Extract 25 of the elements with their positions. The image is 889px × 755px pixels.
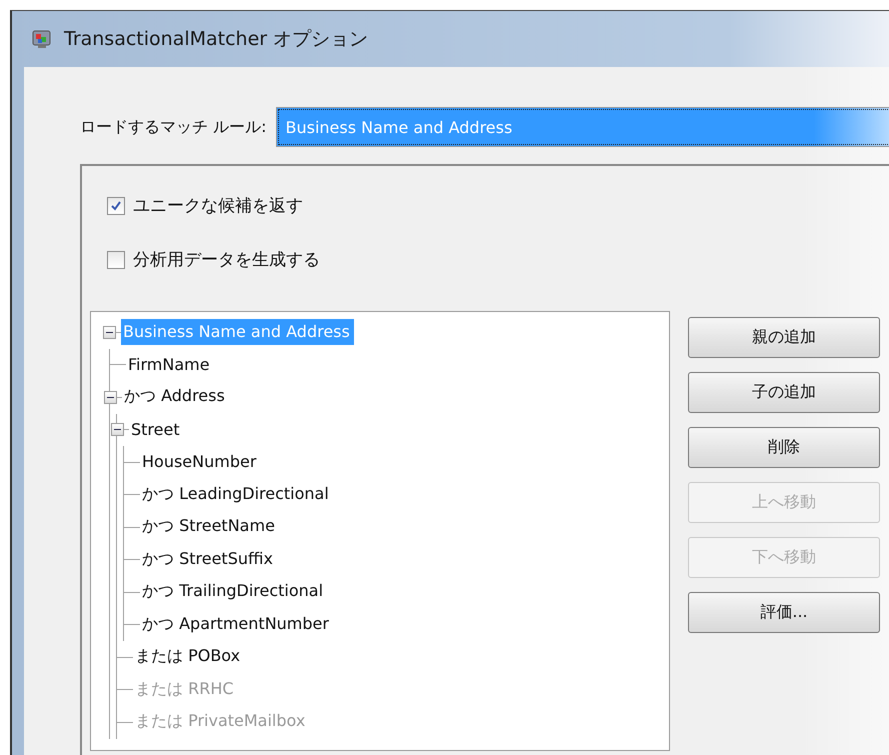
collapse-toggle[interactable]	[104, 390, 117, 404]
tree-item[interactable]: Street	[129, 416, 184, 443]
checkmark-icon	[110, 200, 122, 212]
tree-item[interactable]: かつ StreetName	[140, 513, 279, 542]
window-title: TransactionalMatcher オプション	[64, 27, 368, 52]
action-button[interactable]: 削除	[688, 427, 880, 468]
tree-item[interactable]: かつ LeadingDirectional	[140, 480, 333, 509]
checkbox-label: 分析用データを生成する	[133, 249, 320, 271]
collapse-toggle[interactable]	[111, 423, 124, 436]
action-button[interactable]: 子の追加	[688, 372, 880, 413]
app-icon	[32, 29, 52, 49]
tree-item[interactable]: FirmName	[126, 352, 214, 378]
tree-item[interactable]: HouseNumber	[140, 449, 260, 476]
checkbox[interactable]	[107, 250, 125, 268]
checkbox[interactable]	[107, 196, 125, 214]
collapse-toggle[interactable]	[103, 326, 116, 339]
rule-label: ロードするマッチ ルール:	[80, 116, 266, 138]
tree-item[interactable]: かつ TrailingDirectional	[140, 578, 328, 606]
tree-item[interactable]: かつ ApartmentNumber	[140, 610, 333, 639]
tree-item[interactable]: または POBox	[133, 643, 244, 672]
tree-item[interactable]: かつ Address	[122, 383, 229, 412]
action-button[interactable]: 評価...	[688, 592, 880, 633]
tree-item[interactable]: かつ StreetSuffix	[140, 546, 277, 574]
action-button[interactable]: 親の追加	[688, 317, 880, 358]
checkbox-label: ユニークな候補を返す	[133, 195, 303, 217]
